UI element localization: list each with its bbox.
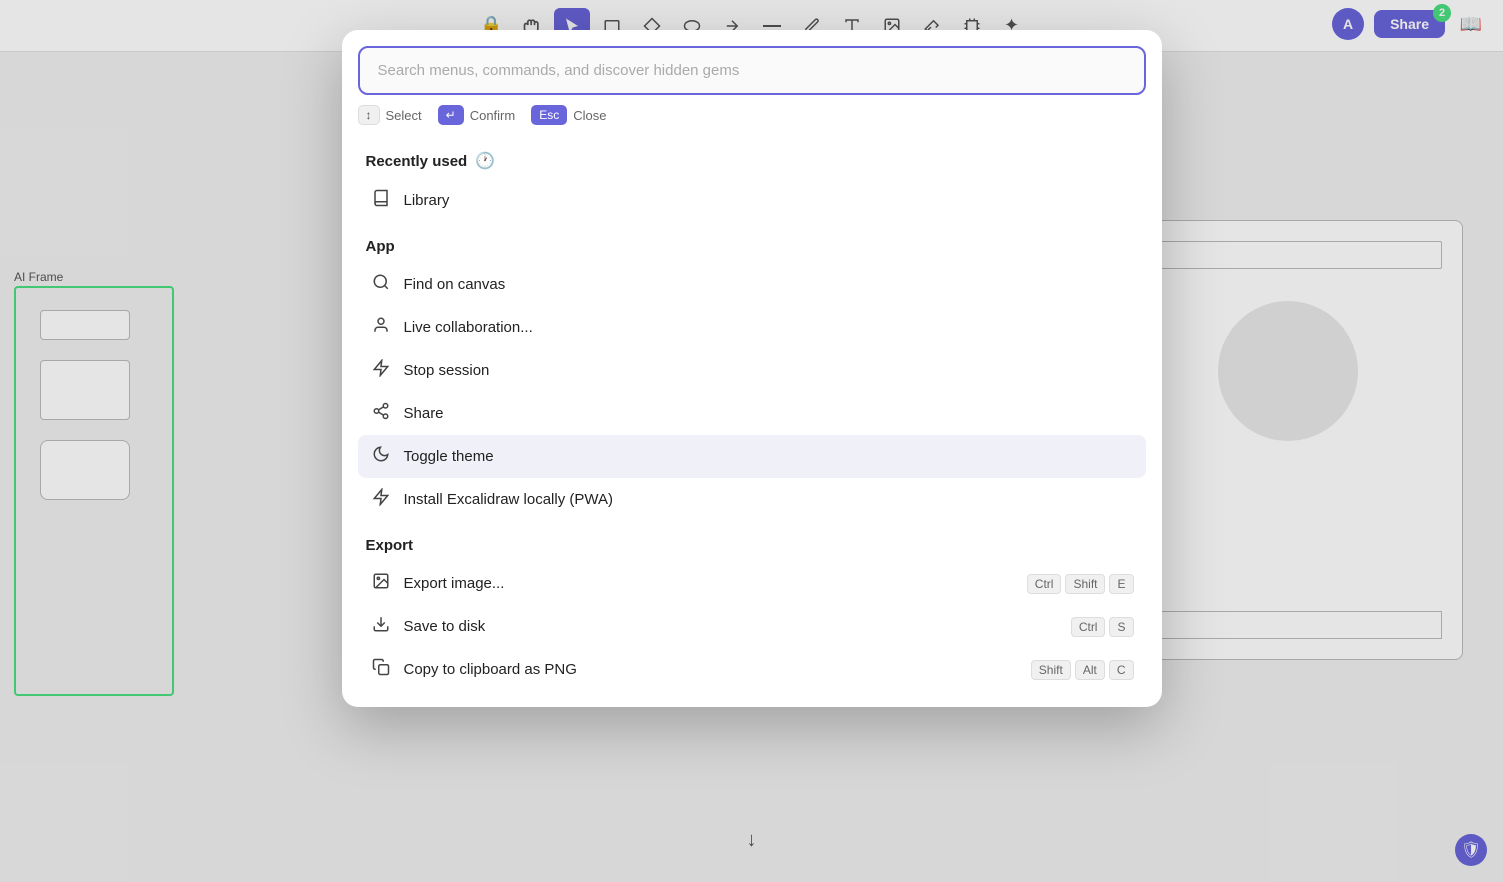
section-app: App <box>358 222 1146 263</box>
hint-close: Esc Close <box>531 105 606 125</box>
export-image-label: Export image... <box>404 575 505 592</box>
save-disk-label: Save to disk <box>404 618 486 635</box>
live-collab-icon <box>370 316 392 339</box>
menu-item-stop-session[interactable]: Stop session <box>358 349 1146 392</box>
copy-png-label: Copy to clipboard as PNG <box>404 661 577 678</box>
export-image-shortcuts: Ctrl Shift E <box>1027 574 1134 594</box>
hint-confirm: ↵ Confirm <box>438 105 516 125</box>
stop-session-label: Stop session <box>404 362 490 379</box>
command-palette-modal: ↕ Select ↵ Confirm Esc Close Recently us… <box>342 30 1162 707</box>
save-disk-shortcuts: Ctrl S <box>1071 617 1134 637</box>
confirm-label: Confirm <box>470 108 516 123</box>
section-recently-used: Recently used 🕐 <box>358 135 1146 179</box>
save-ctrl-key: Ctrl <box>1071 617 1106 637</box>
app-title: App <box>366 238 395 255</box>
export-e-key: E <box>1109 574 1133 594</box>
stop-session-icon <box>370 359 392 382</box>
share-menu-label: Share <box>404 405 444 422</box>
menu-item-install-pwa[interactable]: Install Excalidraw locally (PWA) <box>358 478 1146 521</box>
export-ctrl-key: Ctrl <box>1027 574 1062 594</box>
copy-png-icon <box>370 658 392 681</box>
copy-shift-key: Shift <box>1031 660 1071 680</box>
library-label: Library <box>404 192 450 209</box>
copy-alt-key: Alt <box>1075 660 1105 680</box>
share-menu-icon <box>370 402 392 425</box>
install-pwa-icon <box>370 488 392 511</box>
menu-item-export-image[interactable]: Export image... Ctrl Shift E <box>358 562 1146 605</box>
confirm-key: ↵ <box>438 105 464 125</box>
export-shift-key: Shift <box>1065 574 1105 594</box>
library-menu-icon <box>370 189 392 212</box>
toggle-theme-icon <box>370 445 392 468</box>
select-key: ↕ <box>358 105 380 125</box>
menu-item-find-canvas[interactable]: Find on canvas <box>358 263 1146 306</box>
menu-item-library[interactable]: Library <box>358 179 1146 222</box>
menu-item-live-collab[interactable]: Live collaboration... <box>358 306 1146 349</box>
find-canvas-icon <box>370 273 392 296</box>
find-canvas-label: Find on canvas <box>404 276 506 293</box>
clock-icon: 🕐 <box>475 151 495 171</box>
install-pwa-label: Install Excalidraw locally (PWA) <box>404 491 614 508</box>
copy-png-shortcuts: Shift Alt C <box>1031 660 1134 680</box>
live-collab-label: Live collaboration... <box>404 319 533 336</box>
hint-select: ↕ Select <box>358 105 422 125</box>
search-input[interactable] <box>358 46 1146 95</box>
toggle-theme-label: Toggle theme <box>404 448 494 465</box>
section-export: Export <box>358 521 1146 562</box>
close-label: Close <box>573 108 606 123</box>
menu-item-toggle-theme[interactable]: Toggle theme <box>358 435 1146 478</box>
copy-c-key: C <box>1109 660 1134 680</box>
recently-used-title: Recently used <box>366 153 468 170</box>
save-disk-icon <box>370 615 392 638</box>
select-label: Select <box>386 108 422 123</box>
search-container <box>342 30 1162 95</box>
menu-item-save-disk[interactable]: Save to disk Ctrl S <box>358 605 1146 648</box>
modal-content[interactable]: Recently used 🕐 Library App Find on canv… <box>342 135 1162 707</box>
menu-item-share[interactable]: Share <box>358 392 1146 435</box>
esc-key: Esc <box>531 105 567 125</box>
save-s-key: S <box>1109 617 1133 637</box>
export-title: Export <box>366 537 414 554</box>
menu-item-copy-png[interactable]: Copy to clipboard as PNG Shift Alt C <box>358 648 1146 691</box>
export-image-icon <box>370 572 392 595</box>
keyboard-hints: ↕ Select ↵ Confirm Esc Close <box>342 95 1162 135</box>
